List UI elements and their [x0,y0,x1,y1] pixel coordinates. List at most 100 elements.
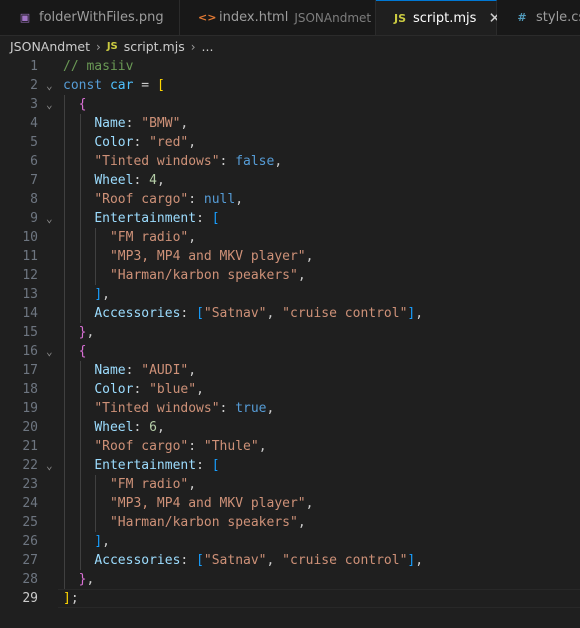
line-number: 19 [22,401,38,416]
code-text: Color: "red", [63,133,196,152]
code-line[interactable]: 7 Wheel: 4, [0,171,580,190]
code-line[interactable]: 26 ], [0,532,580,551]
line-number: 23 [22,477,38,492]
code-line[interactable]: 2 ⌄ const car = [ [0,76,580,95]
tab-folderwithfiles-png[interactable]: ▣ folderWithFiles.png [0,0,180,35]
code-token: : [196,211,212,226]
code-text: const car = [ [63,76,165,95]
code-editor[interactable]: 1// masiiv 2 ⌄ const car = [3 ⌄ {4 Name: "BM… [0,57,580,628]
fold-chevron-icon[interactable]: ⌄ [46,209,56,228]
line-number: 27 [22,553,38,568]
breadcrumb-folder[interactable]: JSONAndmet [10,39,90,54]
code-token: Accessories [94,553,181,568]
line-number: 21 [22,439,38,454]
line-number: 2 [30,78,38,93]
code-line[interactable]: 18 Color: "blue", [0,380,580,399]
code-text: { [63,342,87,361]
code-line[interactable]: 1 // masiiv [0,57,580,76]
code-token: , [305,249,314,264]
image-file-icon: ▣ [19,11,31,24]
code-line[interactable]: 12 "Harman/karbon speakers", [0,266,580,285]
code-line[interactable]: 14 Accessories: ["Satnav", "cruise contr… [0,304,580,323]
fold-chevron-icon[interactable]: ⌄ [46,342,56,361]
tab-style-css[interactable]: # style.css [497,0,580,35]
code-token: : [125,363,142,378]
code-token: "MP3, MP4 and MKV player" [109,249,306,264]
fold-chevron-icon[interactable]: ⌄ [46,95,56,114]
code-line[interactable]: 25 "Harman/karbon speakers", [0,513,580,532]
breadcrumb-symbols[interactable]: ... [202,39,214,54]
code-token: , [188,230,197,245]
line-number: 10 [22,230,38,245]
code-line[interactable]: 21 "Roof cargo": "Thule", [0,437,580,456]
code-token: = [133,78,157,93]
code-token: false [235,154,275,169]
code-line[interactable]: 17 Name: "AUDI", [0,361,580,380]
code-token: : [133,173,150,188]
code-line[interactable]: 15 }, [0,323,580,342]
code-token: , [297,515,306,530]
tab-index-html[interactable]: <> index.html JSONAndmet [180,0,376,35]
code-token: , [297,268,306,283]
code-line[interactable]: 24 "MP3, MP4 and MKV player", [0,494,580,513]
code-text: Wheel: 6, [63,418,164,437]
code-line[interactable]: 27 Accessories: ["Satnav", "cruise contr… [0,551,580,570]
code-line[interactable]: 16 ⌄ { [0,342,580,361]
code-token: , [266,401,275,416]
code-line[interactable]: 13 ], [0,285,580,304]
code-text: // masiiv [63,57,133,76]
code-text: ], [63,532,110,551]
code-token: ] [63,591,71,606]
code-line[interactable]: 11 "MP3, MP4 and MKV player", [0,247,580,266]
fold-chevron-icon[interactable]: ⌄ [46,76,56,95]
tab-label: script.mjs [413,10,477,26]
code-token: [ [211,458,220,473]
editor-tab-bar: ▣ folderWithFiles.png <> index.html JSON… [0,0,580,36]
code-token: ] [94,534,103,549]
code-line[interactable]: 4 Name: "BMW", [0,114,580,133]
line-number: 12 [22,268,38,283]
code-line[interactable]: 19 "Tinted windows": true, [0,399,580,418]
code-text: }, [63,323,95,342]
tab-script-mjs[interactable]: JS script.mjs ✕ [376,0,501,35]
code-line[interactable]: 3 ⌄ { [0,95,580,114]
code-line[interactable]: 5 Color: "red", [0,133,580,152]
code-text: Entertainment: [ [63,456,220,475]
breadcrumb-file[interactable]: script.mjs [124,39,185,54]
code-line[interactable]: 20 Wheel: 6, [0,418,580,437]
breadcrumb: JSONAndmet › JS script.mjs › ... [0,36,580,57]
code-token: [ [196,306,204,321]
code-text: }, [63,570,95,589]
code-token: : [125,116,142,131]
code-line[interactable]: 22 ⌄ Entertainment: [ [0,456,580,475]
code-text: "Tinted windows": true, [63,399,274,418]
code-line[interactable]: 9 ⌄ Entertainment: [ [0,209,580,228]
code-token: , [188,363,197,378]
code-text: "Roof cargo": null, [63,190,243,209]
code-line[interactable]: 10 "FM radio", [0,228,580,247]
code-line[interactable]: 6 "Tinted windows": false, [0,152,580,171]
code-token: null [203,192,236,207]
code-token: Wheel [94,420,134,435]
code-line[interactable]: 28 }, [0,570,580,589]
line-number: 26 [22,534,38,549]
code-token: // masiiv [63,59,134,74]
code-token: : [219,401,236,416]
code-line[interactable]: 23 "FM radio", [0,475,580,494]
code-token: true [235,401,267,416]
fold-chevron-icon[interactable]: ⌄ [46,456,56,475]
code-token: Color [94,382,134,397]
code-line[interactable]: 8 "Roof cargo": null, [0,190,580,209]
code-line[interactable]: 29]; [0,589,580,608]
